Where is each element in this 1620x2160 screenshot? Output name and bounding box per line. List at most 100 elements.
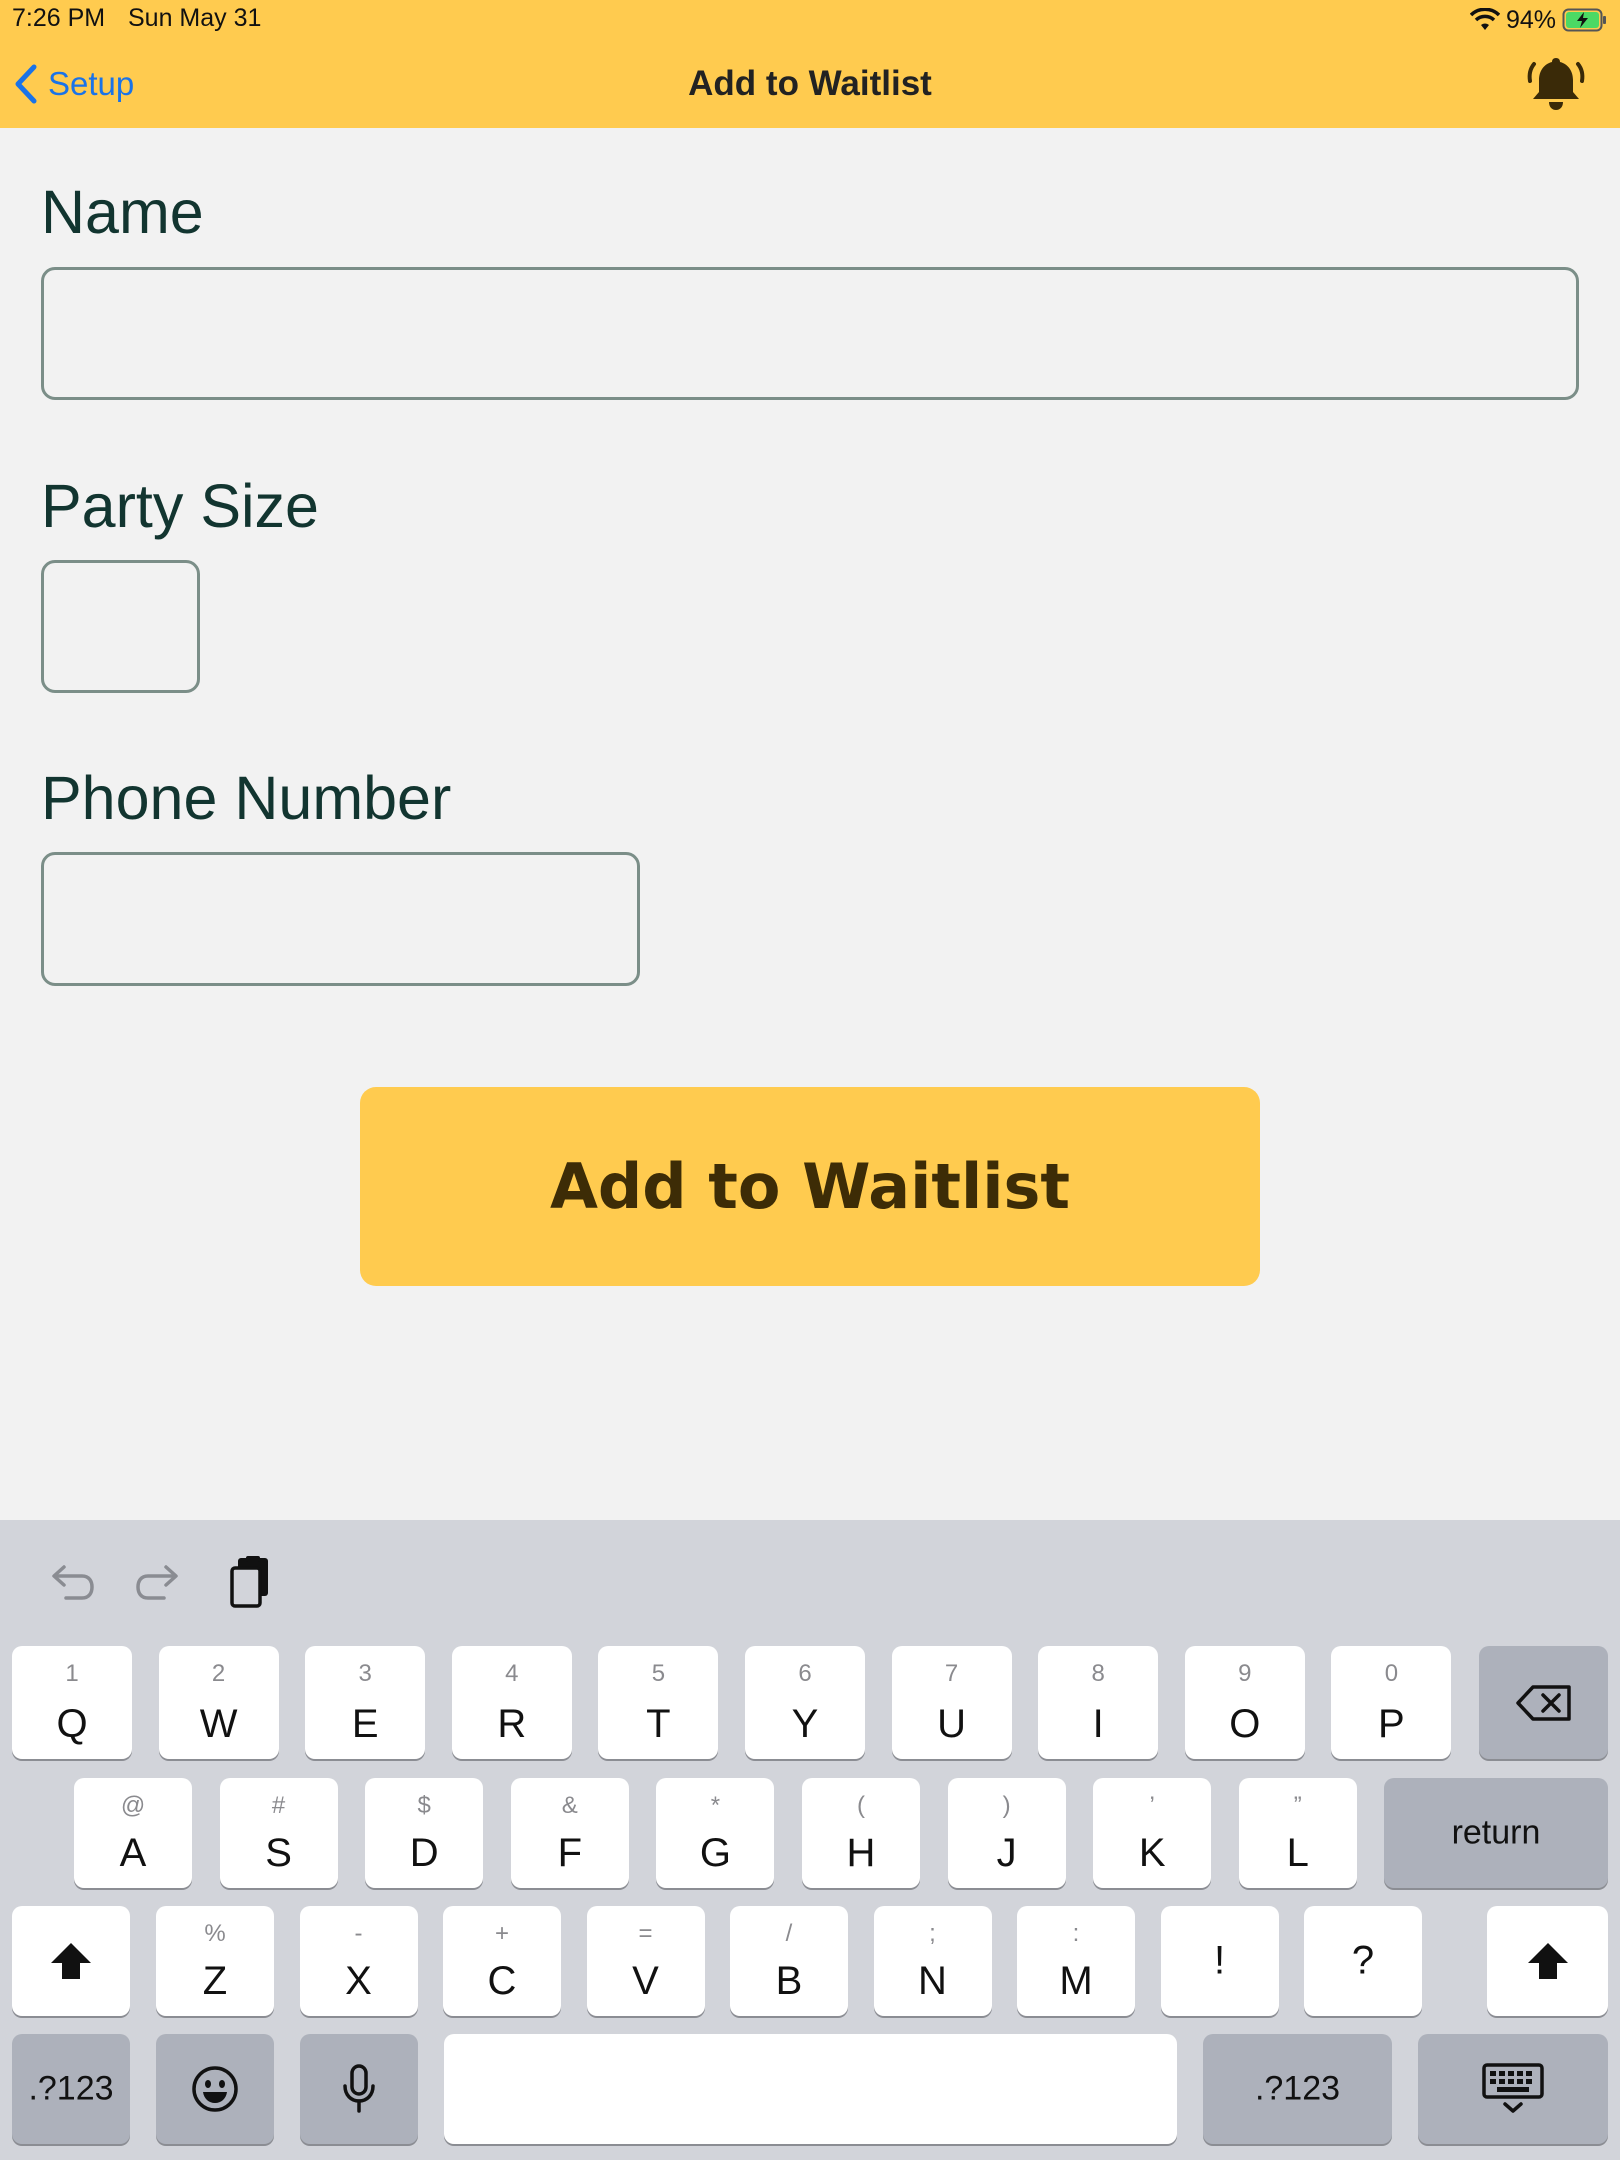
delete-key[interactable] (1479, 1646, 1608, 1759)
key-p[interactable]: 0P (1331, 1646, 1452, 1759)
key-label: C (487, 1959, 517, 2003)
key-e[interactable]: 3E (305, 1646, 426, 1759)
bell-ringing-icon[interactable] (1526, 54, 1586, 112)
return-key[interactable]: return (1384, 1778, 1608, 1888)
redo-icon[interactable] (132, 1554, 188, 1610)
key-k[interactable]: ’ K (1093, 1778, 1212, 1888)
key-alt-label: 6 (798, 1660, 812, 1687)
key-u[interactable]: 7U (891, 1646, 1012, 1759)
party-size-input[interactable] (41, 560, 200, 693)
key-label: L (1286, 1831, 1309, 1875)
numbers-key-left[interactable]: .?123 (12, 2034, 130, 2144)
key-label: G (699, 1831, 731, 1875)
key-alt-label: : (1072, 1920, 1080, 1947)
numbers-key-label: .?123 (1254, 2069, 1341, 2108)
key-i[interactable]: 8I (1038, 1646, 1159, 1759)
key-label: N (918, 1959, 947, 2003)
undo-icon[interactable] (42, 1554, 98, 1610)
name-label: Name (41, 178, 204, 246)
name-input[interactable] (41, 267, 1579, 400)
key-label: E (351, 1702, 379, 1746)
key-s[interactable]: # S (219, 1778, 338, 1888)
numbers-key-label: .?123 (28, 2069, 114, 2108)
key-h[interactable]: (H (802, 1778, 920, 1888)
key-m[interactable]: :M (1017, 1906, 1135, 2016)
key-alt-label: 1 (65, 1660, 79, 1687)
emoji-key[interactable] (156, 2034, 274, 2144)
key-alt-label: * (710, 1792, 721, 1819)
paste-icon[interactable] (222, 1554, 278, 1610)
key-alt-label: 4 (505, 1660, 519, 1687)
key-alt-label: ” (1293, 1792, 1302, 1819)
key-v[interactable]: = V (586, 1906, 705, 2016)
key-alt-label: & (561, 1792, 578, 1819)
key-label: P (1378, 1702, 1405, 1746)
dismiss-keyboard-key[interactable] (1418, 2034, 1608, 2144)
battery-charging-icon (1562, 8, 1606, 32)
key-alt-label: % (204, 1920, 226, 1947)
key-label: J (996, 1831, 1017, 1875)
key-alt-label: 5 (651, 1660, 666, 1687)
key-c[interactable]: + C (443, 1906, 561, 2016)
key-alt-label: ’ (1149, 1792, 1155, 1819)
status-time: 7:26 PM (12, 4, 106, 32)
key-z[interactable]: % Z (156, 1906, 274, 2016)
backspace-icon (1515, 1684, 1571, 1721)
key-alt-label: - (354, 1920, 363, 1947)
key-t[interactable]: 5T (598, 1646, 719, 1759)
key-b[interactable]: / B (730, 1906, 848, 2016)
key-alt-label: @ (120, 1792, 146, 1819)
key-label: U (937, 1702, 967, 1746)
key-j[interactable]: ) J (947, 1778, 1066, 1888)
key-x[interactable]: -X (299, 1906, 418, 2016)
key-label: S (265, 1831, 292, 1875)
microphone-icon (343, 2064, 375, 2113)
key-label: K (1138, 1831, 1166, 1875)
key-l[interactable]: ” L (1238, 1778, 1357, 1888)
key-r[interactable]: 4R (451, 1646, 572, 1759)
key-alt-label: ) (1002, 1792, 1011, 1819)
shift-icon (51, 1943, 91, 1979)
key-alt-label: 2 (211, 1660, 226, 1687)
key-alt-label: = (638, 1920, 653, 1947)
shift-icon (1527, 1943, 1568, 1979)
key-label: B (775, 1959, 803, 2003)
key-label: X (345, 1959, 372, 2003)
key-o[interactable]: 9O (1184, 1646, 1305, 1759)
key-alt-label: $ (417, 1792, 431, 1819)
key-alt-label: ( (857, 1792, 865, 1819)
key-label: F (557, 1831, 583, 1875)
key-label: Z (202, 1959, 228, 2003)
key-label: W (199, 1702, 238, 1746)
key-alt-label: 0 (1384, 1660, 1399, 1687)
key-question[interactable]: ? (1304, 1906, 1422, 2016)
key-label: O (1229, 1702, 1261, 1746)
key-f[interactable]: & F (510, 1778, 629, 1888)
key-g[interactable]: * G (656, 1778, 775, 1888)
key-w[interactable]: 2W (158, 1646, 279, 1759)
key-y[interactable]: 6Y (745, 1646, 865, 1759)
key-label: A (119, 1831, 147, 1875)
add-to-waitlist-button[interactable]: Add to Waitlist (360, 1087, 1260, 1286)
shift-key-left[interactable] (12, 1906, 130, 2016)
key-d[interactable]: $ D (365, 1778, 484, 1888)
key-alt-label: 9 (1238, 1660, 1252, 1687)
key-a[interactable]: @ A (74, 1778, 192, 1888)
keyboard-dismiss-icon (1482, 2063, 1544, 2113)
dictation-key[interactable] (300, 2034, 418, 2144)
key-q[interactable]: 1Q (12, 1646, 132, 1759)
status-date: Sun May 31 (128, 4, 262, 32)
key-n[interactable]: ; N (873, 1906, 992, 2016)
key-label: R (497, 1702, 527, 1746)
key-label: V (632, 1959, 659, 2003)
shift-key-right[interactable] (1487, 1906, 1608, 2016)
onscreen-keyboard: 1Q2W3E4R5T6Y7U8I9O0P @ A # S $ D & F * G(H) J’ K” L … (0, 1520, 1620, 2160)
status-indicators: 94% (1469, 4, 1608, 36)
space-key[interactable] (444, 2034, 1177, 2144)
key-alt-label: 8 (1091, 1660, 1105, 1687)
phone-number-input[interactable] (41, 852, 640, 986)
key-exclamation[interactable]: ! (1160, 1906, 1279, 2016)
key-label: I (1092, 1702, 1104, 1746)
key-alt-label: / (785, 1920, 793, 1947)
numbers-key-right[interactable]: .?123 (1203, 2034, 1392, 2144)
